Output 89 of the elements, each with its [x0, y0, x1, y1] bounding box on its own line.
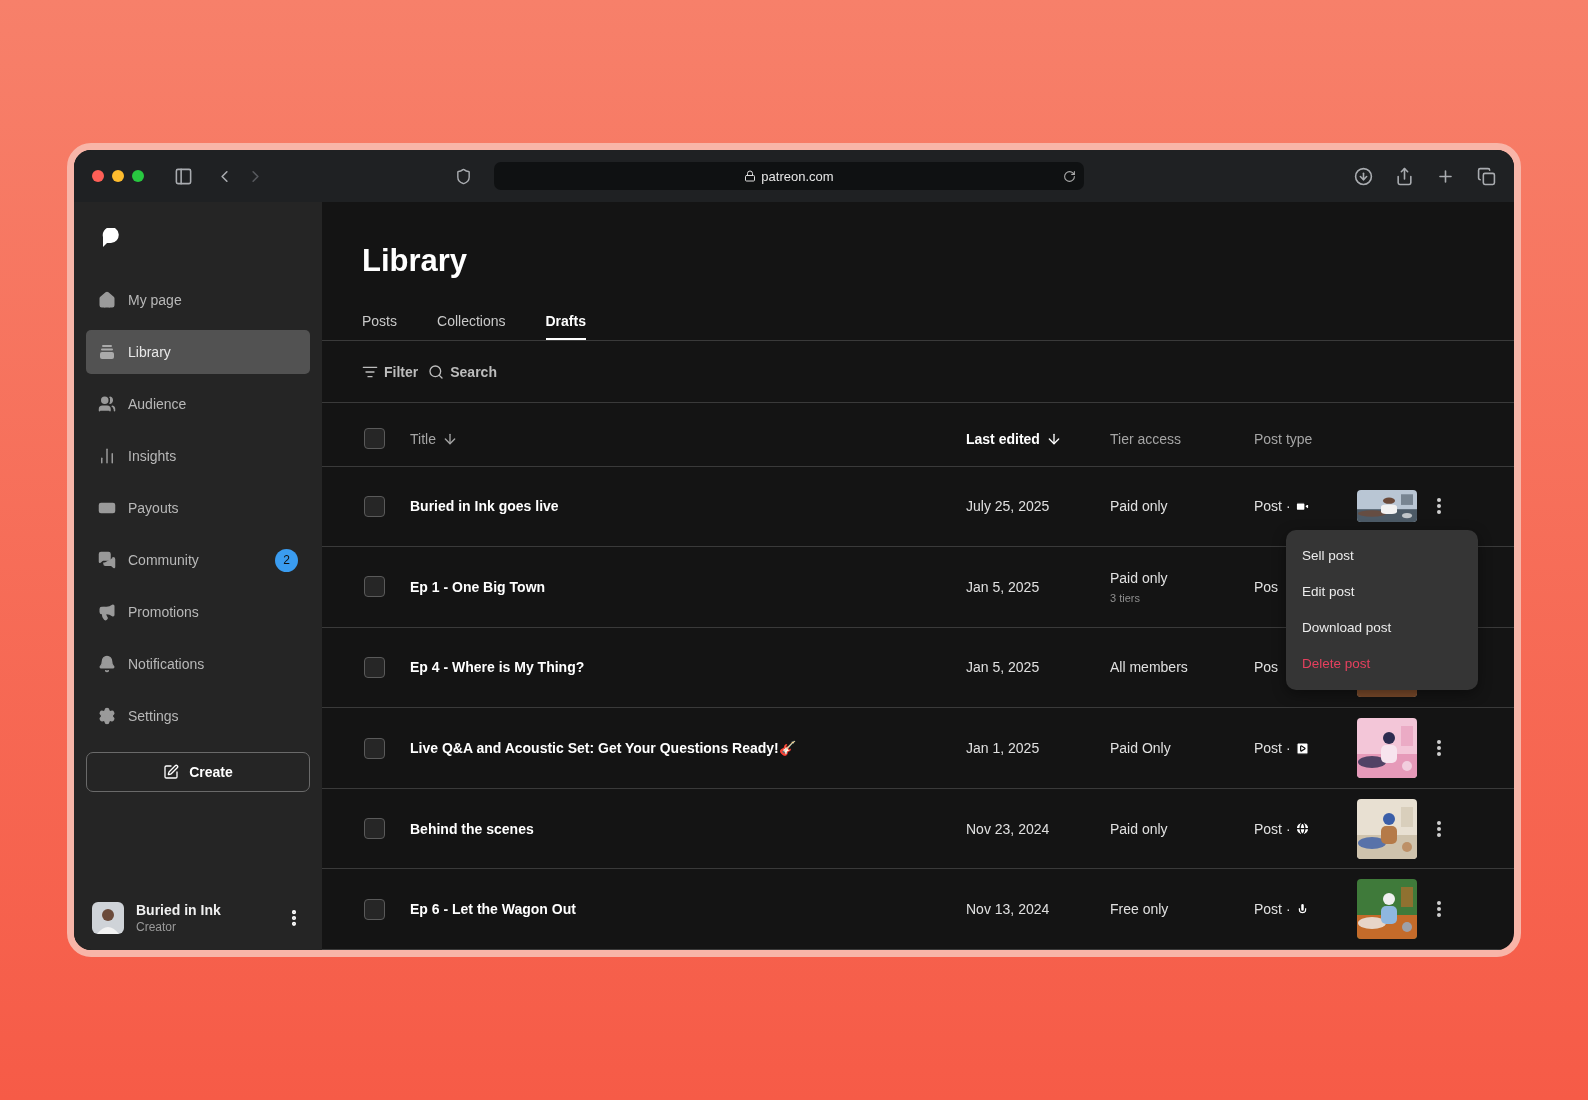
post-type: Post ·	[1254, 820, 1291, 837]
menu-item[interactable]: Edit post	[1286, 573, 1478, 610]
edited-date: Jan 5, 2025	[966, 659, 1041, 676]
post-type: Post ·	[1254, 498, 1291, 515]
post-title[interactable]: Buried in Ink goes live	[410, 498, 966, 515]
column-header[interactable]: Title	[410, 430, 966, 447]
nav-item[interactable]: Payouts	[86, 486, 310, 530]
search-icon	[428, 363, 445, 380]
profile-name: Buried in Ink	[136, 902, 222, 918]
download-icon[interactable]	[1354, 166, 1373, 186]
menu-item[interactable]: Download post	[1286, 609, 1478, 646]
nav-icon	[98, 447, 116, 465]
tab[interactable]: Posts	[362, 313, 397, 340]
more-button[interactable]	[1437, 498, 1441, 515]
nav-icon	[98, 551, 116, 569]
post-title[interactable]: Ep 1 - One Big Town	[410, 578, 966, 595]
kebab-icon	[1437, 820, 1441, 837]
post-type: Pos	[1254, 659, 1279, 676]
nav-item[interactable]: My page	[86, 278, 310, 322]
post-type: Pos	[1254, 578, 1279, 595]
row-checkbox[interactable]	[364, 898, 385, 920]
select-all-checkbox[interactable]	[364, 428, 385, 450]
sidebar-toggle-icon[interactable]	[174, 166, 193, 186]
kebab-icon	[1437, 740, 1441, 757]
tab[interactable]: Collections	[437, 313, 506, 340]
create-button[interactable]: Create	[86, 752, 310, 792]
lock-icon	[744, 170, 757, 182]
tier-note: 3 tiers	[1110, 591, 1140, 604]
page-title: Library	[362, 243, 469, 279]
row-checkbox[interactable]	[364, 495, 385, 517]
post-type: Post ·	[1254, 740, 1291, 757]
tier-access: All members	[1110, 659, 1188, 676]
kebab-icon	[1437, 498, 1441, 515]
edited-date: July 25, 2025	[966, 498, 1051, 515]
column-header[interactable]: Tier access	[1110, 430, 1254, 447]
nav-icon	[98, 395, 116, 413]
post-title[interactable]: Ep 4 - Where is My Thing?	[410, 659, 966, 676]
row-checkbox[interactable]	[364, 737, 385, 759]
post-type: Post ·	[1254, 901, 1291, 918]
row-checkbox[interactable]	[364, 656, 385, 678]
nav-icon	[98, 603, 116, 621]
nav-item[interactable]: Audience	[86, 382, 310, 426]
count-badge: 2	[275, 548, 298, 572]
kebab-icon	[1437, 901, 1441, 918]
nav-item[interactable]: Library	[86, 330, 310, 374]
tier-access: Paid Only	[1110, 740, 1171, 757]
nav-item[interactable]: Settings	[86, 694, 310, 738]
post-title[interactable]: Behind the scenes	[410, 820, 966, 837]
edited-date: Nov 23, 2024	[966, 820, 1051, 837]
tier-access: Free only	[1110, 901, 1169, 918]
stack-icon	[98, 343, 116, 361]
nav-item[interactable]: Promotions	[86, 590, 310, 634]
filter-button[interactable]: Filter	[362, 363, 419, 380]
minimize-window-button[interactable]	[112, 170, 124, 182]
logo-icon[interactable]	[100, 228, 120, 248]
tab[interactable]: Drafts	[545, 313, 586, 340]
nav-icon	[98, 707, 116, 725]
row-checkbox[interactable]	[364, 576, 385, 598]
tier-access: Paid only	[1110, 569, 1168, 586]
avatar[interactable]	[92, 902, 124, 934]
zoom-window-button[interactable]	[132, 170, 144, 182]
nav-icon	[98, 655, 116, 673]
row-checkbox[interactable]	[364, 818, 385, 840]
edited-date: Jan 5, 2025	[966, 578, 1041, 595]
post-title[interactable]: Live Q&A and Acoustic Set: Get Your Questions Ready!🎸	[410, 740, 966, 757]
shield-icon[interactable]	[455, 167, 472, 185]
column-header[interactable]: Post type	[1254, 430, 1357, 447]
share-icon[interactable]	[1395, 166, 1414, 186]
profile-role: Creator	[136, 920, 177, 934]
tier-access: Paid only	[1110, 820, 1168, 837]
tier-access: Paid only	[1110, 498, 1168, 515]
close-window-button[interactable]	[92, 170, 104, 182]
search-button[interactable]: Search	[428, 363, 497, 380]
pen-icon	[163, 764, 180, 780]
address-bar[interactable]: patreon.com	[494, 162, 1084, 190]
nav-item[interactable]: Notifications	[86, 642, 310, 686]
edited-date: Nov 13, 2024	[966, 901, 1051, 918]
more-button[interactable]	[1437, 820, 1441, 837]
more-button[interactable]	[1437, 901, 1441, 918]
post-title[interactable]: Ep 6 - Let the Wagon Out	[410, 901, 966, 918]
nav-item[interactable]: Community 2	[86, 538, 310, 582]
nav-icon	[98, 291, 116, 309]
edited-date: Jan 1, 2025	[966, 740, 1041, 757]
menu-item[interactable]: Sell post	[1286, 537, 1478, 574]
column-header[interactable]: Last edited	[966, 430, 1110, 447]
reload-icon[interactable]	[1063, 169, 1076, 183]
nav-item[interactable]: Insights	[86, 434, 310, 478]
more-button[interactable]	[1437, 740, 1441, 757]
tabs-overview-icon[interactable]	[1477, 166, 1496, 186]
